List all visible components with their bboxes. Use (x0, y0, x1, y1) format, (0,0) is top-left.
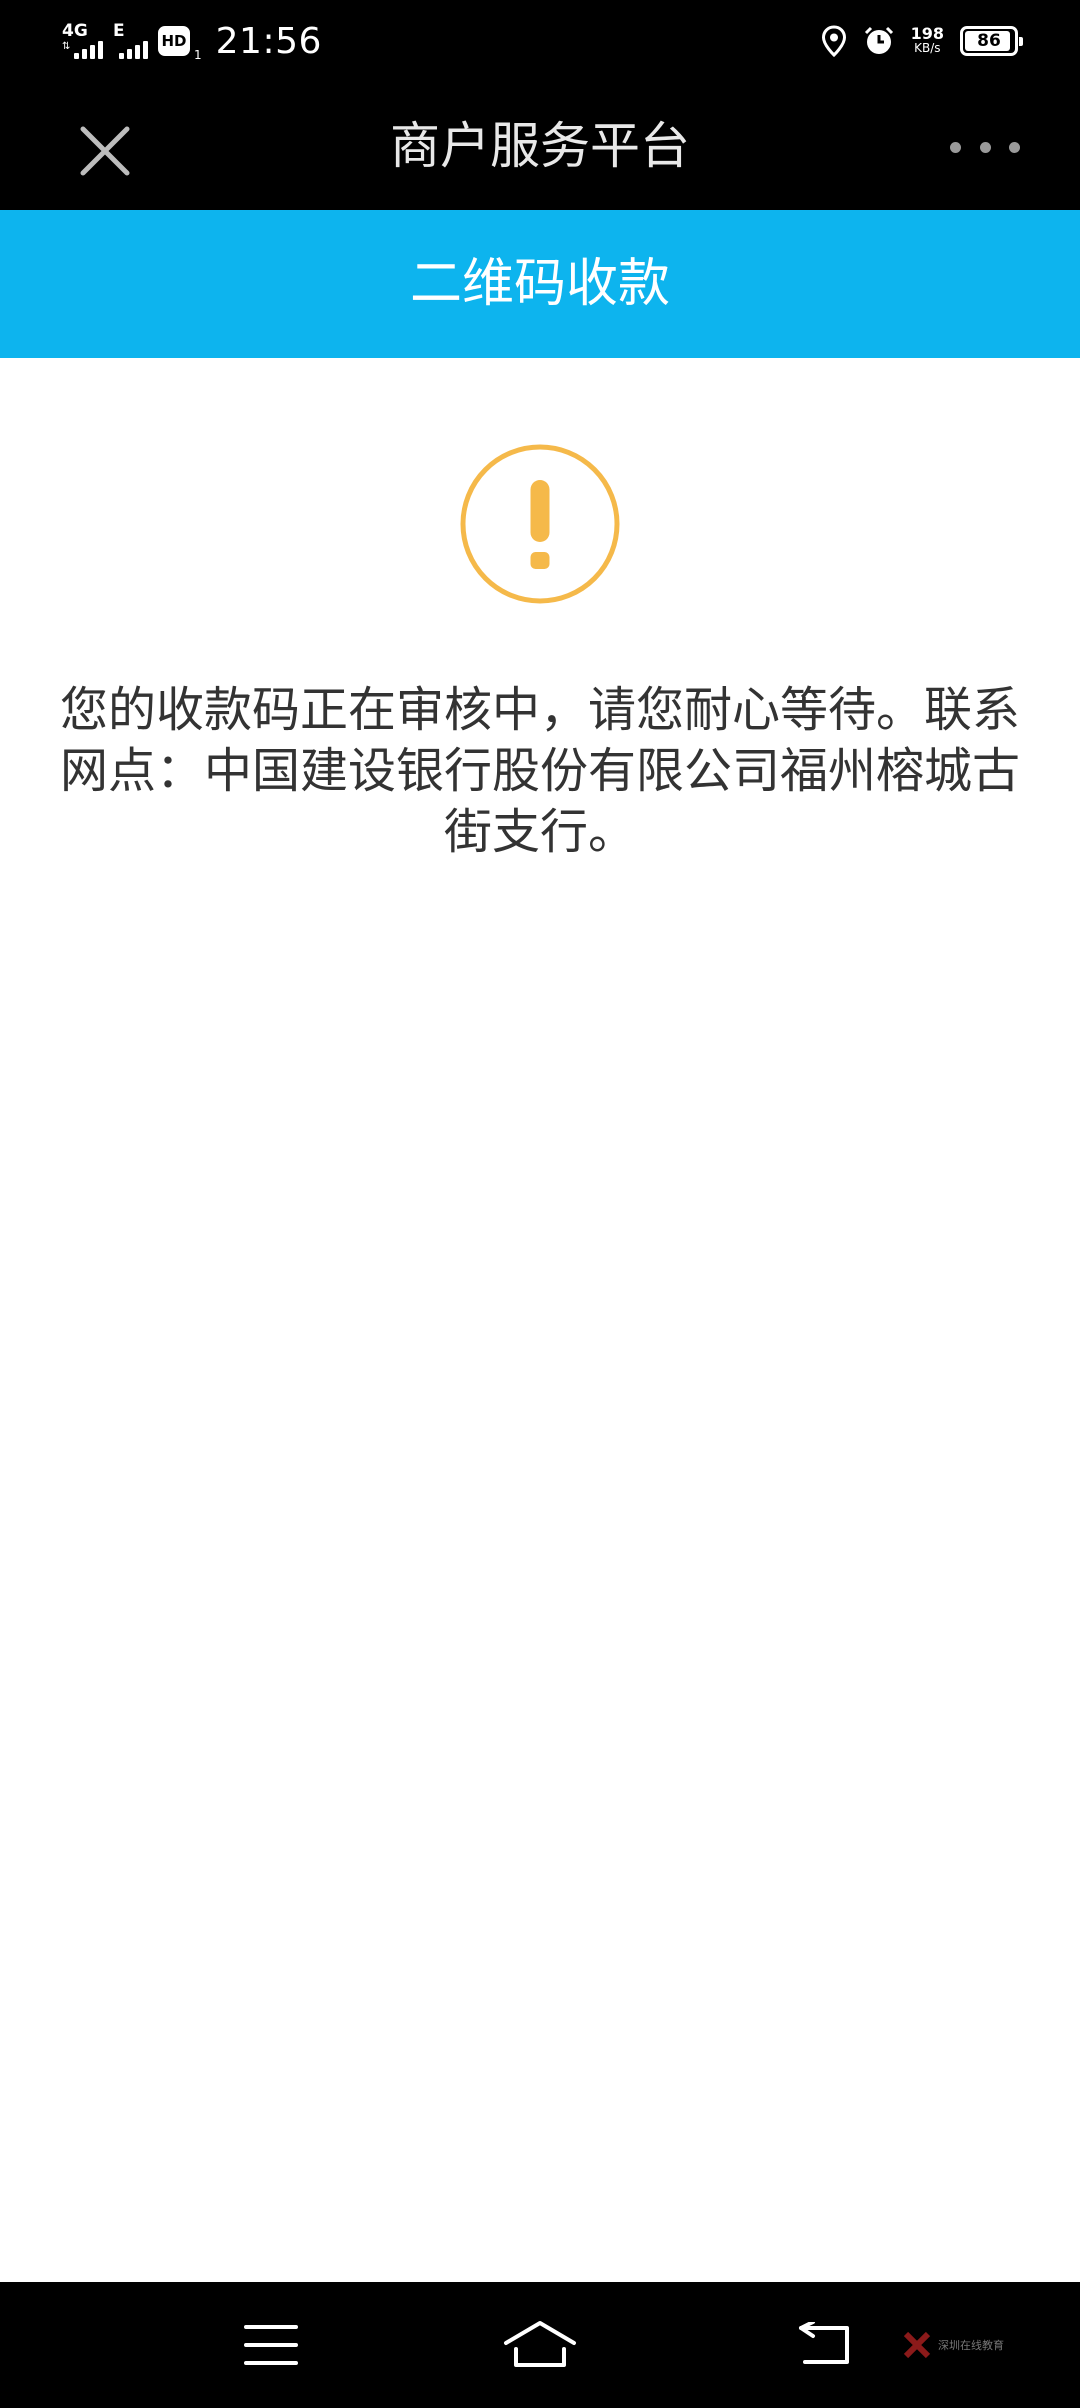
menu-button[interactable] (226, 2307, 316, 2383)
home-button[interactable] (495, 2307, 585, 2383)
menu-icon (244, 2325, 298, 2365)
signal-e: E (113, 23, 148, 59)
signal-bars-icon (119, 39, 148, 59)
data-arrows-icon: ⇅ (62, 41, 71, 52)
battery-level: 86 (977, 31, 1001, 51)
page-title: 商户服务平台 (390, 117, 690, 175)
watermark: 深圳在线教育 (902, 2320, 1032, 2370)
network-label-e: E (113, 21, 125, 41)
message-line: 街支行。 (443, 804, 636, 860)
signal-bars-icon (74, 39, 103, 59)
location-icon (821, 25, 846, 57)
section-header: 二维码收款 (0, 210, 1080, 358)
back-button[interactable] (780, 2307, 870, 2383)
battery-tip (1019, 37, 1023, 46)
battery-icon: 86 (960, 26, 1023, 56)
clock: 21:56 (215, 20, 322, 62)
alarm-icon (864, 26, 893, 54)
speed-value: 198 (910, 24, 944, 43)
home-icon (504, 2321, 576, 2367)
status-right: 198 KB/s 86 (821, 18, 1023, 64)
more-dots-icon (979, 141, 991, 153)
exclamation-circle-icon (460, 444, 620, 604)
status-left: 4G ⇅ E HD 1 21:56 (62, 18, 322, 64)
review-message: 您的收款码正在审核中，请您耐心等待。联系 网点：中国建设银行股份有限公司福州榕城… (32, 680, 1048, 863)
title-bar: 商户服务平台 (0, 82, 1080, 210)
hd-icon: HD (158, 26, 190, 56)
section-title: 二维码收款 (409, 254, 670, 314)
status-bar: 4G ⇅ E HD 1 21:56 198 KB/s 86 (0, 0, 1080, 82)
message-line: 您的收款码正在审核中，请您耐心等待。联系 (59, 682, 1020, 738)
message-line: 网点：中国建设银行股份有限公司福州榕城古 (59, 743, 1020, 799)
signal-4g: 4G ⇅ (62, 23, 103, 59)
more-button[interactable] (950, 132, 1020, 162)
speed-unit: KB/s (914, 41, 941, 55)
network-label-4g: 4G (62, 21, 88, 41)
network-speed: 198 KB/s (911, 26, 944, 56)
navigation-bar: 深圳在线教育 (0, 2282, 1080, 2408)
more-dots-icon (950, 141, 961, 153)
watermark-logo-icon (903, 2331, 931, 2359)
back-icon (799, 2322, 849, 2364)
watermark-text: 深圳在线教育 (938, 2339, 1004, 2352)
more-dots-icon (1009, 141, 1020, 153)
hd-sub: 1 (194, 48, 202, 62)
